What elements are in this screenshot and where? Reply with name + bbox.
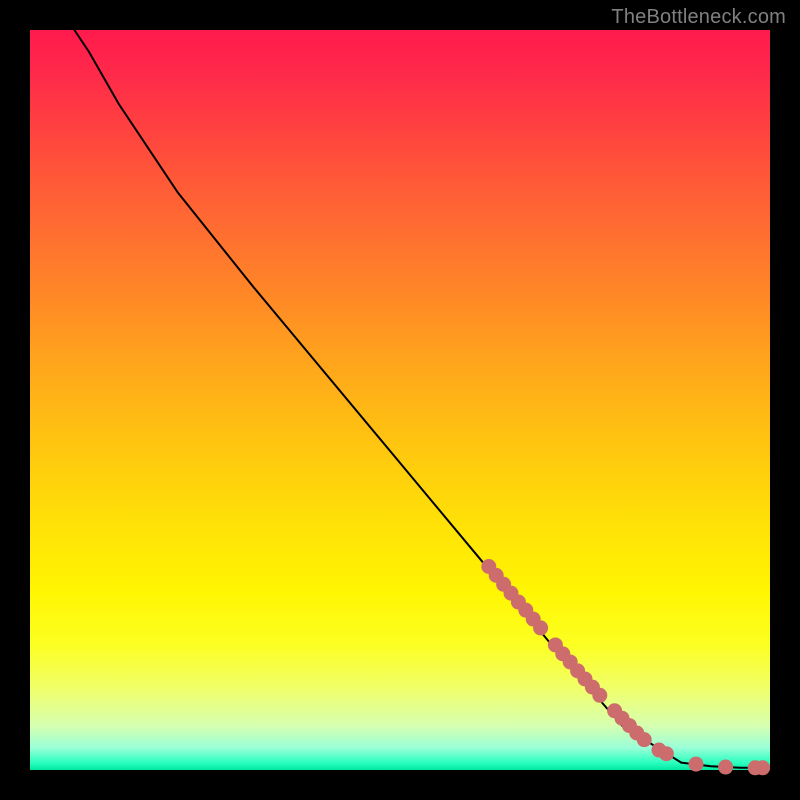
bottleneck-curve — [74, 30, 770, 768]
plot-area — [30, 30, 770, 770]
data-markers — [481, 559, 770, 775]
watermark-text: TheBottleneck.com — [611, 6, 786, 29]
data-point — [637, 732, 652, 747]
data-point — [533, 620, 548, 635]
data-point — [718, 760, 733, 775]
data-point — [659, 746, 674, 761]
chart-overlay — [30, 30, 770, 770]
data-point — [689, 757, 704, 772]
data-point — [755, 760, 770, 775]
data-point — [592, 688, 607, 703]
chart-frame: TheBottleneck.com — [0, 0, 800, 800]
